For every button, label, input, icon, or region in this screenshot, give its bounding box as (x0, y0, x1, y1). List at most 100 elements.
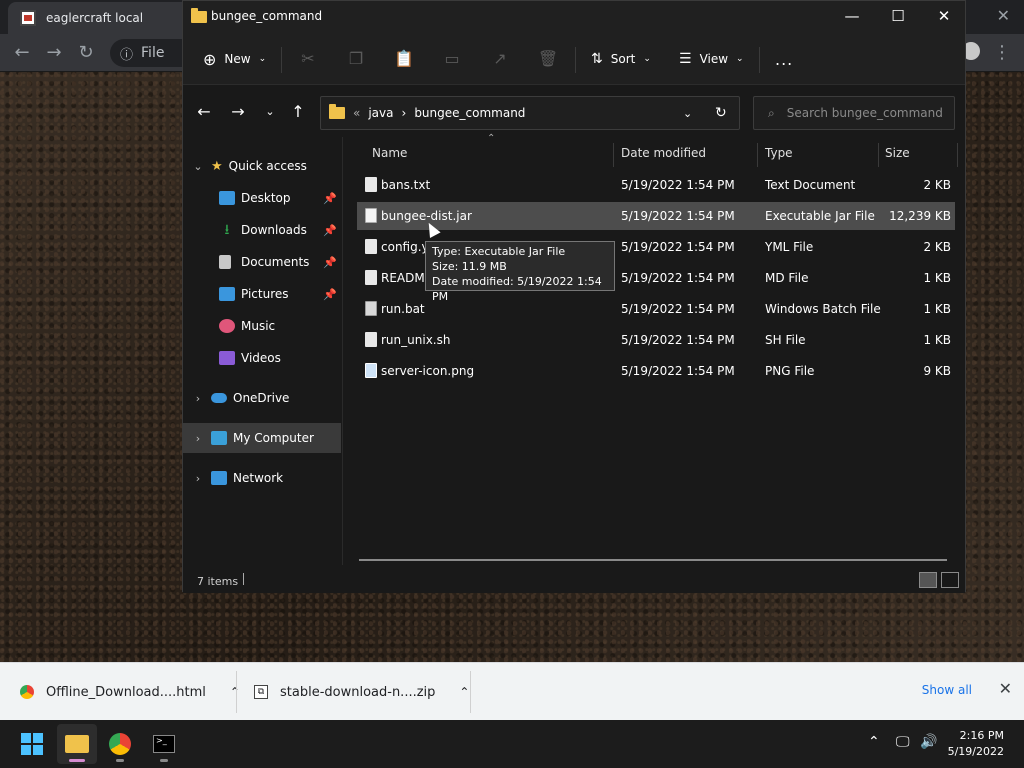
desktop-icon (219, 191, 235, 205)
up-arrow-icon[interactable]: ↑ (287, 101, 309, 123)
rename-icon[interactable]: ▭ (441, 48, 463, 70)
start-button[interactable] (12, 724, 52, 764)
download-item[interactable]: ⧉ stable-download-n....zip ⌃ (254, 663, 469, 721)
address-dropdown-icon[interactable]: ⌄ (683, 107, 692, 120)
folder-icon (65, 735, 89, 753)
network-tray-icon[interactable]: 🖵 (896, 734, 910, 750)
column-header-size[interactable]: Size (885, 146, 910, 160)
new-label: New (224, 52, 251, 66)
sort-button[interactable]: ⇅ Sort ⌄ (591, 45, 651, 73)
chevron-right-icon[interactable]: › (191, 432, 205, 445)
file-explorer-taskbar-button[interactable] (57, 724, 97, 764)
window-title: bungee_command (211, 9, 323, 23)
sidebar-item-network[interactable]: › Network (183, 463, 341, 493)
volume-icon[interactable]: 🔊 (920, 734, 937, 750)
chevron-right-icon[interactable]: › (191, 392, 205, 405)
sidebar-item-onedrive[interactable]: › OneDrive (183, 383, 341, 413)
sidebar-label: Videos (241, 351, 281, 365)
chrome-taskbar-button[interactable] (100, 724, 140, 764)
file-name: run_unix.sh (381, 333, 451, 347)
chrome-icon (109, 733, 131, 755)
minimize-button[interactable]: — (829, 1, 875, 33)
divider (575, 47, 576, 73)
browser-close-icon[interactable]: ✕ (997, 6, 1010, 25)
browser-reload-icon[interactable]: ↻ (74, 41, 98, 65)
sidebar-item-desktop[interactable]: Desktop 📌 (183, 183, 341, 213)
download-icon: ⭳ (224, 222, 230, 238)
sort-icon: ⇅ (591, 51, 603, 67)
chevron-right-icon[interactable]: › (191, 472, 205, 485)
chevron-down-icon: ⌄ (258, 54, 267, 64)
cut-icon[interactable]: ✂ (297, 48, 319, 70)
close-icon[interactable]: ✕ (999, 679, 1012, 698)
delete-icon[interactable]: 🗑 (537, 48, 559, 70)
address-bar[interactable]: « java › bungee_command ⌄ ↻ (320, 96, 740, 130)
back-arrow-icon[interactable]: ← (193, 101, 215, 123)
documents-icon (219, 255, 231, 269)
column-divider[interactable] (878, 143, 879, 167)
pin-icon[interactable]: 📌 (323, 192, 337, 205)
sidebar-item-quick-access[interactable]: ⌄ ★ Quick access (183, 151, 341, 181)
breadcrumb-separator-icon: › (401, 106, 407, 120)
sidebar-item-videos[interactable]: Videos (183, 343, 341, 373)
divider (759, 47, 760, 73)
sidebar-item-music[interactable]: Music (183, 311, 341, 341)
pin-icon[interactable]: 📌 (323, 224, 337, 237)
browser-tab[interactable]: eaglercraft local (8, 2, 198, 34)
column-header-date[interactable]: Date modified (621, 146, 706, 160)
copy-icon[interactable]: ❐ (345, 48, 367, 70)
browser-forward-icon[interactable]: → (42, 41, 66, 65)
sidebar-label: Downloads (241, 223, 307, 237)
column-divider[interactable] (957, 143, 958, 167)
sidebar-item-documents[interactable]: Documents 📌 (183, 247, 341, 277)
chevron-up-icon[interactable]: ⌃ (459, 685, 469, 699)
column-header-type[interactable]: Type (765, 146, 793, 160)
tiles-view-icon[interactable] (941, 572, 959, 588)
breadcrumb-java[interactable]: java (368, 106, 393, 120)
view-button[interactable]: ☰ View ⌄ (679, 45, 744, 73)
paste-icon[interactable]: 📋 (393, 48, 415, 70)
refresh-icon[interactable]: ↻ (715, 105, 727, 121)
pin-icon[interactable]: 📌 (323, 256, 337, 269)
chevron-down-icon[interactable]: ⌄ (191, 160, 205, 173)
system-clock[interactable]: 2:16 PM 5/19/2022 (948, 728, 1004, 760)
maximize-button[interactable]: ☐ (875, 1, 921, 33)
new-button[interactable]: ⊕ New ⌄ (203, 45, 266, 73)
sidebar-item-downloads[interactable]: ⭳ Downloads 📌 (183, 215, 341, 245)
file-row[interactable]: run_unix.sh 5/19/2022 1:54 PM SH File 1 … (357, 326, 955, 354)
download-item[interactable]: Offline_Download....html ⌃ (20, 663, 240, 721)
terminal-taskbar-button[interactable]: >_ (144, 724, 184, 764)
horizontal-scrollbar[interactable] (359, 559, 947, 561)
sidebar-label: Desktop (241, 191, 291, 205)
batch-file-icon (365, 301, 377, 316)
info-icon: ⓘ (120, 47, 134, 63)
breadcrumb-overflow[interactable]: « (353, 106, 360, 120)
show-hidden-icons-chevron-icon[interactable]: ⌃ (868, 734, 880, 750)
breadcrumb-bungee-command[interactable]: bungee_command (414, 106, 525, 120)
file-row[interactable]: server-icon.png 5/19/2022 1:54 PM PNG Fi… (357, 357, 955, 385)
share-icon[interactable]: ↗ (489, 48, 511, 70)
browser-menu-icon[interactable]: ⋮ (990, 41, 1014, 65)
file-row-selected[interactable]: bungee-dist.jar 5/19/2022 1:54 PM Execut… (357, 202, 955, 230)
more-options-button[interactable]: ... (775, 45, 793, 73)
close-button[interactable]: ✕ (921, 1, 967, 33)
column-divider[interactable] (757, 143, 758, 167)
details-view-icon[interactable] (919, 572, 937, 588)
taskbar: >_ ⌃ 🖵 🔊 2:16 PM 5/19/2022 (0, 720, 1024, 768)
sidebar-item-my-computer[interactable]: › My Computer (183, 423, 341, 453)
file-date: 5/19/2022 1:54 PM (621, 364, 735, 378)
search-box[interactable]: ⌕ Search bungee_command (753, 96, 955, 130)
chevron-up-icon[interactable]: ⌃ (230, 685, 240, 699)
pin-icon[interactable]: 📌 (323, 288, 337, 301)
active-indicator (69, 759, 85, 762)
column-headers: ⌃ Name Date modified Type Size (357, 133, 963, 171)
recent-locations-chevron-icon[interactable]: ⌄ (259, 101, 281, 123)
file-type: Text Document (765, 178, 856, 192)
file-row[interactable]: bans.txt 5/19/2022 1:54 PM Text Document… (357, 171, 955, 199)
column-divider[interactable] (613, 143, 614, 167)
browser-back-icon[interactable]: ← (10, 41, 34, 65)
show-all-link[interactable]: Show all (922, 683, 972, 697)
column-header-name[interactable]: Name (372, 146, 407, 160)
forward-arrow-icon[interactable]: → (227, 101, 249, 123)
sidebar-item-pictures[interactable]: Pictures 📌 (183, 279, 341, 309)
